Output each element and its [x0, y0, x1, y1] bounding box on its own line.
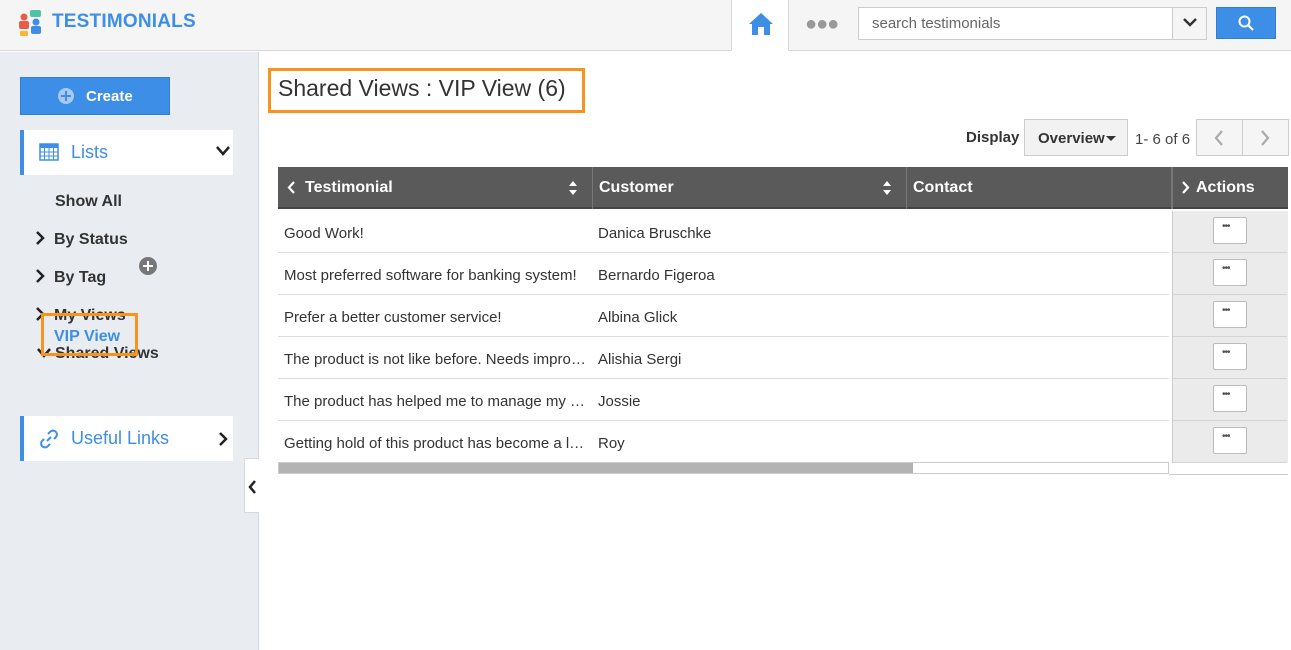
chevron-right-icon — [219, 432, 228, 446]
useful-links-label: Useful Links — [71, 428, 170, 448]
row-actions-button[interactable] — [1213, 259, 1247, 286]
sidebar-item-by-tag[interactable]: By Tag — [54, 269, 106, 287]
column-contact[interactable]: Contact — [907, 167, 1172, 209]
column-testimonial-label: Testimonial — [305, 179, 393, 196]
row-actions-button[interactable] — [1213, 343, 1247, 370]
search-dropdown-button[interactable] — [1172, 7, 1207, 40]
table-row[interactable]: The product has helped me to manage my w… — [278, 379, 1169, 421]
testimonial-cell: Prefer a better customer service! — [284, 309, 502, 326]
pagination-info: 1- 6 of 6 — [1135, 131, 1191, 148]
table-bottom-border — [1169, 474, 1288, 475]
link-icon — [40, 429, 58, 449]
customer-cell: Alishia Sergi — [598, 351, 682, 368]
lists-label: Lists — [71, 142, 109, 162]
chevron-right-icon — [1182, 181, 1190, 194]
actions-cell — [1173, 253, 1287, 295]
customer-cell: Danica Bruschke — [598, 225, 712, 242]
display-select-value: Overview — [1038, 130, 1105, 147]
table-row[interactable]: Prefer a better customer service! Albina… — [278, 295, 1169, 337]
sort-icon[interactable] — [882, 180, 892, 196]
column-actions-label: Actions — [1196, 179, 1255, 196]
row-actions-button[interactable] — [1213, 427, 1247, 454]
add-view-icon[interactable] — [139, 257, 157, 275]
table-header: Testimonial Customer Contact Actions — [278, 167, 1288, 209]
page-title: Shared Views : VIP View (6) — [278, 75, 566, 101]
table-row[interactable]: The product is not like before. Needs im… — [278, 337, 1169, 379]
next-page-button[interactable] — [1242, 119, 1289, 156]
sort-icon[interactable] — [568, 180, 578, 196]
horizontal-scrollbar[interactable] — [278, 462, 1169, 474]
sidebar-item-by-status[interactable]: By Status — [54, 231, 128, 249]
more-dots-icon[interactable]: ●●● — [805, 14, 839, 34]
chevron-right-icon[interactable] — [35, 231, 45, 245]
row-actions-button[interactable] — [1213, 385, 1247, 412]
scrollbar-thumb[interactable] — [279, 463, 913, 473]
row-actions-button[interactable] — [1213, 301, 1247, 328]
testimonial-cell: The product is not like before. Needs im… — [284, 351, 587, 368]
testimonial-cell: Good Work! — [284, 225, 364, 242]
sidebar-collapse-button[interactable] — [244, 458, 259, 513]
search-icon — [1238, 15, 1254, 31]
testimonial-cell: Most preferred software for banking syst… — [284, 267, 577, 284]
calendar-grid-icon — [39, 143, 59, 161]
chevron-left-icon — [1214, 130, 1223, 146]
column-contact-label: Contact — [913, 179, 973, 196]
actions-cell — [1173, 337, 1287, 379]
testimonial-cell: The product has helped me to manage my w… — [284, 393, 587, 410]
column-testimonial[interactable]: Testimonial — [278, 167, 593, 209]
home-button[interactable] — [731, 0, 789, 51]
prev-page-button[interactable] — [1196, 119, 1243, 156]
chevron-down-icon — [1183, 18, 1197, 27]
column-customer[interactable]: Customer — [593, 167, 907, 209]
testimonials-logo-icon — [19, 10, 41, 36]
actions-cell — [1173, 295, 1287, 337]
caret-down-icon — [1106, 136, 1116, 141]
display-select[interactable]: Overview — [1024, 119, 1128, 156]
search-input[interactable] — [858, 7, 1173, 40]
row-actions-button[interactable] — [1213, 217, 1247, 244]
app-title: TESTIMONIALS — [52, 11, 196, 32]
actions-column — [1172, 211, 1288, 463]
home-icon — [749, 13, 773, 35]
plus-circle-icon — [58, 88, 74, 104]
sidebar-item-show-all[interactable]: Show All — [55, 193, 122, 211]
actions-cell — [1173, 421, 1287, 463]
actions-cell — [1173, 211, 1287, 253]
chevron-right-icon — [1261, 130, 1270, 146]
chevron-left-icon — [248, 480, 256, 494]
display-label: Display — [966, 129, 1020, 146]
search-button[interactable] — [1216, 7, 1276, 39]
chevron-right-icon[interactable] — [35, 269, 45, 283]
column-customer-label: Customer — [599, 179, 674, 196]
create-label: Create — [86, 88, 133, 105]
top-bar: TESTIMONIALS ●●● — [0, 0, 1291, 51]
useful-links-panel[interactable]: Useful Links — [20, 416, 233, 461]
create-button[interactable]: Create — [20, 77, 170, 115]
lists-panel[interactable]: Lists — [20, 130, 233, 175]
table-row[interactable]: Most preferred software for banking syst… — [278, 253, 1169, 295]
customer-cell: Roy — [598, 435, 625, 452]
chevron-down-icon — [216, 146, 230, 156]
customer-cell: Bernardo Figeroa — [598, 267, 715, 284]
sidebar-item-vip-view[interactable]: VIP View — [54, 328, 120, 346]
chevron-left-icon — [287, 181, 295, 194]
actions-cell — [1173, 379, 1287, 421]
column-actions[interactable]: Actions — [1172, 167, 1288, 209]
testimonial-cell: Getting hold of this product has become … — [284, 435, 587, 452]
table-row[interactable]: Good Work! Danica Bruschke — [278, 211, 1169, 253]
customer-cell: Jossie — [598, 393, 641, 410]
table-row[interactable]: Getting hold of this product has become … — [278, 421, 1169, 463]
customer-cell: Albina Glick — [598, 309, 678, 326]
